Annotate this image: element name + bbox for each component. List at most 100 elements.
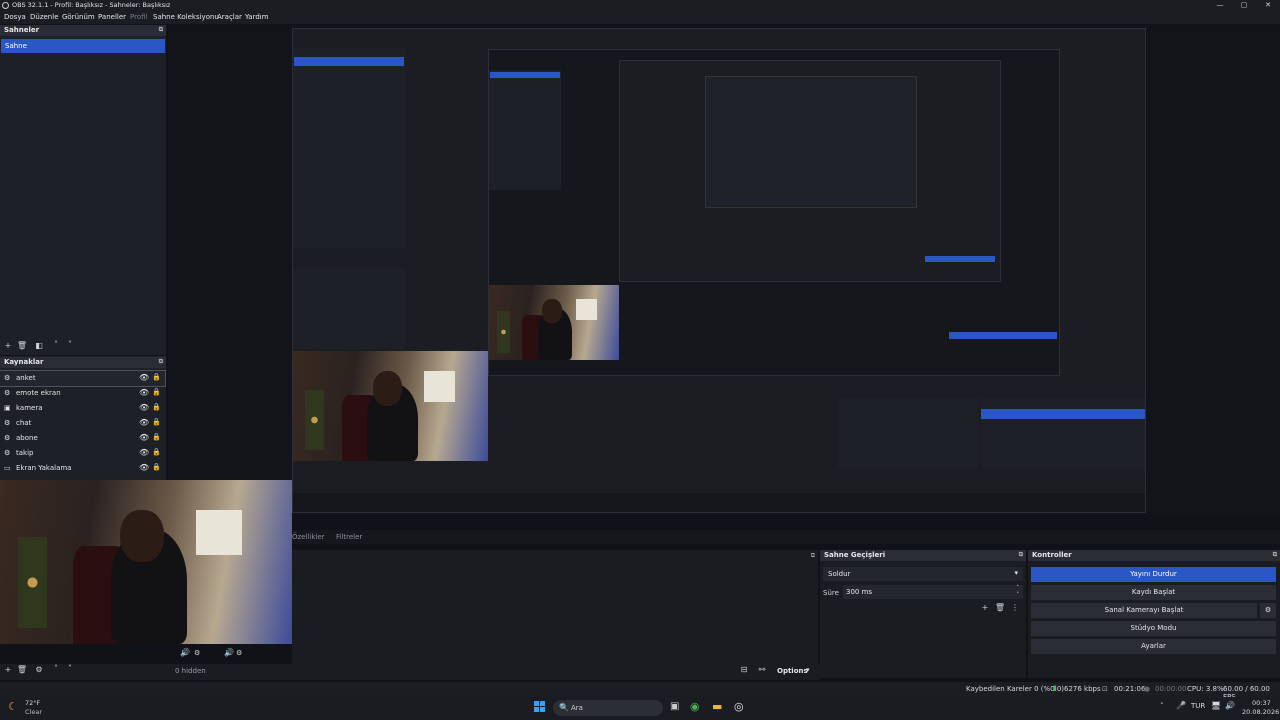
source-row[interactable]: ▭ Ekran Yakalama 👁 🔒 [0, 461, 165, 476]
add-scene-button[interactable]: + [2, 341, 14, 350]
language-indicator[interactable]: TUR [1191, 702, 1205, 710]
stop-streaming-button[interactable]: Yayını Durdur [1031, 567, 1276, 582]
undock-icon[interactable]: ⧉ [1273, 551, 1277, 559]
clock-date[interactable]: 20.08.2026 [1242, 708, 1279, 716]
volume-icon[interactable]: 🔊 [1225, 701, 1235, 710]
nested-sources [293, 269, 405, 349]
transitions-header: Sahne Geçişleri ⧉ [820, 550, 1026, 561]
eye-icon[interactable]: 👁 [139, 388, 149, 397]
lock-icon[interactable]: 🔒 [152, 418, 161, 426]
monitor-icon: ▭ [4, 464, 11, 472]
eye-icon[interactable]: 👁 [139, 373, 149, 382]
task-view-icon[interactable]: ▣ [670, 701, 679, 712]
lock-icon[interactable]: 🔒 [152, 403, 161, 411]
nested2-stream-btn [949, 332, 1057, 339]
minimize-button[interactable]: — [1210, 0, 1230, 11]
menu-profil[interactable]: Profil [130, 13, 147, 21]
lock-icon[interactable]: 🔒 [152, 373, 161, 381]
tab-properties[interactable]: Özellikler [292, 533, 325, 541]
lock-icon[interactable]: 🔒 [152, 433, 161, 441]
eye-icon[interactable]: 👁 [139, 463, 149, 472]
scene-filters-button[interactable]: ◧ [33, 341, 45, 350]
start-virtual-camera-button[interactable]: Sanal Kamerayı Başlat [1031, 603, 1257, 618]
source-row[interactable]: ▣ kamera 👁 🔒 [0, 401, 165, 416]
nested-titlebar [293, 29, 1145, 38]
tab-filters[interactable]: Filtreler [336, 533, 362, 541]
undock-icon[interactable]: ⧉ [159, 26, 163, 34]
virtual-camera-settings-gear-icon[interactable]: ⚙ [1260, 603, 1276, 618]
studio-mode-button[interactable]: Stüdyo Modu [1031, 621, 1276, 636]
eye-icon[interactable]: 👁 [139, 403, 149, 412]
speaker-icon[interactable]: 🔊 [180, 648, 190, 657]
transition-value: Soldur [828, 570, 851, 578]
clock-time[interactable]: 00:37 [1252, 699, 1271, 707]
spin-up-icon[interactable]: ˄ [1017, 585, 1020, 591]
speaker-icon[interactable]: 🔊 [224, 648, 234, 657]
menu-dosya[interactable]: Dosya [4, 13, 26, 21]
windows-start-icon[interactable] [534, 701, 546, 713]
nested-stream-btn [981, 409, 1145, 419]
stream-icon: ⊡ [1102, 685, 1108, 693]
tray-chevron-icon[interactable]: ˄ [1160, 702, 1164, 710]
spin-down-icon[interactable]: ˅ [1017, 592, 1020, 598]
mixer-options[interactable]: Options [777, 667, 808, 675]
undock-icon[interactable]: ⧉ [1019, 551, 1023, 559]
eye-icon[interactable]: 👁 [139, 433, 149, 442]
eye-icon[interactable]: 👁 [139, 418, 149, 427]
menu-sahne-koleksiyonu[interactable]: Sahne Koleksiyonu [153, 13, 219, 21]
network-icon[interactable]: 🖥 [1211, 701, 1221, 710]
source-row[interactable]: ⚙ abone 👁 🔒 [0, 431, 165, 446]
menu-duzenle[interactable]: Düzenle [30, 13, 59, 21]
move-down-icon[interactable]: ˅ [64, 664, 76, 673]
lock-icon[interactable]: 🔒 [152, 448, 161, 456]
stream-time: 00:21:06 [1114, 685, 1146, 693]
remove-source-button[interactable]: 🗑 [16, 665, 28, 674]
menu-gorunum[interactable]: Görünüm [62, 13, 95, 21]
undock-icon[interactable]: ⧉ [811, 552, 815, 560]
source-row[interactable]: ⚙ chat 👁 🔒 [0, 416, 165, 431]
remove-scene-button[interactable]: 🗑 [16, 341, 28, 350]
scenes-dock [0, 25, 166, 355]
start-recording-button[interactable]: Kaydı Başlat [1031, 585, 1276, 600]
mic-icon[interactable]: 🎤 [1176, 701, 1186, 710]
maximize-button[interactable]: ▢ [1234, 0, 1254, 11]
scene-item[interactable]: Sahne [1, 39, 165, 53]
eye-icon[interactable]: 👁 [139, 448, 149, 457]
transition-menu-icon[interactable]: ⋮ [1009, 603, 1021, 612]
settings-button[interactable]: Ayarlar [1031, 639, 1276, 654]
nested-camera [489, 285, 619, 360]
undock-icon[interactable]: ⧉ [159, 358, 163, 366]
layout-icon[interactable]: ⊟ [738, 665, 750, 674]
lock-icon[interactable]: 🔒 [152, 463, 161, 471]
duration-spinbox[interactable]: 300 ms ˄ ˅ [843, 585, 1023, 599]
taskbar-search[interactable]: 🔍 Ara [553, 700, 663, 716]
move-up-icon[interactable]: ˄ [50, 340, 62, 349]
link-icon[interactable]: ⚯ [756, 665, 768, 674]
move-up-icon[interactable]: ˄ [50, 664, 62, 673]
close-button[interactable]: ✕ [1258, 0, 1278, 11]
move-down-icon[interactable]: ˅ [64, 340, 76, 349]
menu-paneller[interactable]: Paneller [98, 13, 126, 21]
gear-icon[interactable]: ⚙ [194, 649, 200, 657]
gear-icon[interactable]: ⚙ [33, 665, 45, 674]
source-row[interactable]: ⚙ anket 👁 🔒 [0, 370, 166, 387]
transition-select[interactable]: Soldur ▾ [823, 567, 1023, 581]
source-row[interactable]: ⚙ emote ekran 👁 🔒 [0, 386, 165, 401]
sources-header: Kaynaklar ⧉ [0, 357, 166, 368]
menu-araclar[interactable]: Araçlar [217, 13, 242, 21]
obs-taskbar-icon[interactable]: ◎ [734, 700, 744, 713]
gear-icon: ⚙ [4, 389, 11, 397]
nested-scenes [293, 48, 405, 248]
add-source-button[interactable]: + [2, 665, 14, 674]
add-transition-button[interactable]: + [979, 603, 991, 612]
gear-icon[interactable]: ⚙ [236, 649, 242, 657]
folder-icon[interactable]: ▬ [712, 700, 722, 713]
weather-temp[interactable]: 72°F [25, 699, 40, 707]
nested2-scenes [489, 70, 561, 190]
source-label: emote ekran [16, 389, 61, 397]
menu-yardim[interactable]: Yardım [245, 13, 269, 21]
source-row[interactable]: ⚙ takip 👁 🔒 [0, 446, 165, 461]
chrome-icon[interactable]: ◉ [690, 700, 700, 713]
lock-icon[interactable]: 🔒 [152, 388, 161, 396]
remove-transition-button[interactable]: 🗑 [994, 603, 1006, 612]
